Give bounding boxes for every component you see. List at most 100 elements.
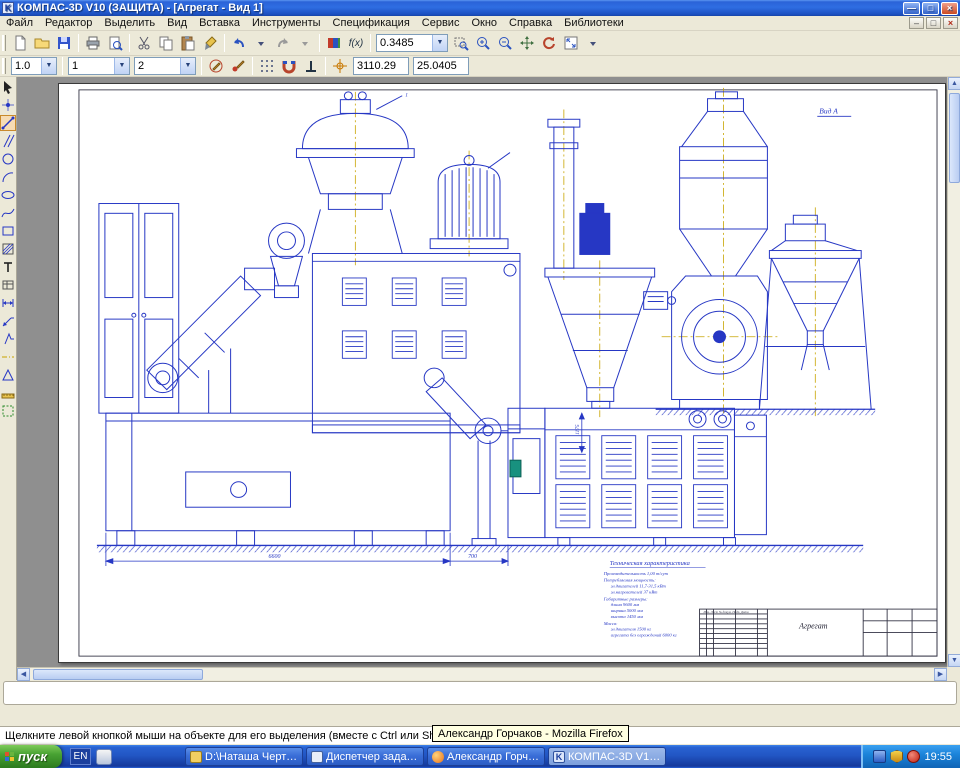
line-width-combo[interactable]: 1.0 ▼: [11, 57, 57, 75]
palette-ellipse-button[interactable]: [0, 187, 16, 203]
toolbar-grip[interactable]: [2, 58, 6, 74]
cyclone-unit[interactable]: [671, 91, 768, 410]
vertical-duct[interactable]: [547, 118, 611, 269]
finned-motor[interactable]: [429, 152, 511, 250]
tray-antivirus-icon[interactable]: [907, 750, 921, 763]
transfer-conveyor[interactable]: [423, 367, 508, 546]
tray-shield-icon[interactable]: [890, 750, 904, 763]
task-button-firefox[interactable]: Александр Горчако...: [427, 747, 545, 766]
scroll-left-button[interactable]: ◀: [17, 668, 30, 681]
undo-dropdown[interactable]: [250, 33, 272, 53]
style-combo[interactable]: 2 ▼: [134, 57, 196, 75]
palette-measure-button[interactable]: [0, 385, 16, 401]
language-indicator[interactable]: EN: [70, 748, 91, 765]
vertical-scroll-thumb[interactable]: [949, 93, 960, 183]
palette-circle-button[interactable]: [0, 151, 16, 167]
menu-item-help[interactable]: Справка: [503, 16, 558, 31]
palette-axis-button[interactable]: [0, 349, 16, 365]
print-preview-button[interactable]: [104, 33, 126, 53]
copy-properties-button[interactable]: [199, 33, 221, 53]
refresh-button[interactable]: [538, 33, 560, 53]
fit-dropdown[interactable]: [582, 33, 604, 53]
palette-geometry-button[interactable]: [0, 115, 16, 131]
extruder[interactable]: [507, 407, 767, 546]
menu-item-libraries[interactable]: Библиотеки: [558, 16, 630, 31]
menu-item-file[interactable]: Файл: [0, 16, 39, 31]
dim-label-700[interactable]: 700: [468, 554, 477, 560]
vertical-scrollbar[interactable]: ▲ ▼: [947, 77, 960, 667]
open-button[interactable]: [31, 33, 53, 53]
tray-network-icon[interactable]: [873, 750, 887, 763]
spec-block[interactable]: Техническая характеристика Производитель…: [603, 560, 706, 638]
horizontal-scrollbar[interactable]: ◀ ▶: [17, 667, 947, 681]
round-pencil-button[interactable]: [205, 56, 227, 76]
doc-restore-button[interactable]: □: [926, 17, 941, 29]
paste-button[interactable]: [177, 33, 199, 53]
save-button[interactable]: [53, 33, 75, 53]
quick-launch-icon[interactable]: [96, 748, 112, 765]
zoom-out-button[interactable]: [494, 33, 516, 53]
snap-button[interactable]: [278, 56, 300, 76]
print-button[interactable]: [82, 33, 104, 53]
menu-item-view[interactable]: Вид: [161, 16, 193, 31]
stamp-title[interactable]: Агрегат: [798, 622, 828, 631]
center-hopper[interactable]: [544, 267, 677, 409]
point-pencil-button[interactable]: [227, 56, 249, 76]
dim-label-1175[interactable]: 1175: [575, 424, 581, 435]
view-label[interactable]: Вид А: [819, 106, 838, 115]
task-button-kompas[interactable]: K КОМПАС-3D V10 (ЗА...: [548, 747, 666, 766]
callout-label[interactable]: 1: [405, 93, 408, 99]
pan-button[interactable]: [516, 33, 538, 53]
scroll-down-button[interactable]: ▼: [948, 654, 960, 667]
palette-parallel-button[interactable]: [0, 133, 16, 149]
redo-button[interactable]: [272, 33, 294, 53]
palette-point-button[interactable]: [0, 97, 16, 113]
coord-y-field[interactable]: 25.0405: [413, 57, 469, 75]
menu-item-insert[interactable]: Вставка: [193, 16, 246, 31]
horizontal-scroll-thumb[interactable]: [33, 669, 203, 680]
menu-item-window[interactable]: Окно: [465, 16, 503, 31]
doc-minimize-button[interactable]: –: [909, 17, 924, 29]
copy-button[interactable]: [155, 33, 177, 53]
undo-button[interactable]: [228, 33, 250, 53]
task-button-task-manager[interactable]: Диспетчер задач Wi...: [306, 747, 424, 766]
new-document-button[interactable]: [9, 33, 31, 53]
close-button[interactable]: ×: [941, 1, 958, 15]
dim-label-6600[interactable]: 6600: [269, 554, 281, 560]
palette-designation-button[interactable]: [0, 367, 16, 383]
coord-x-field[interactable]: 3110.29: [353, 57, 409, 75]
maximize-button[interactable]: □: [922, 1, 939, 15]
technical-drawing[interactable]: Изм. Лист № докум. Подп. Дата Агрегат 66…: [59, 84, 945, 662]
variables-button[interactable]: f(x): [345, 33, 367, 53]
palette-select-area-button[interactable]: [0, 403, 16, 419]
palette-arc-button[interactable]: [0, 169, 16, 185]
cut-button[interactable]: [133, 33, 155, 53]
scroll-up-button[interactable]: ▲: [948, 77, 960, 90]
drawing-canvas[interactable]: Изм. Лист № докум. Подп. Дата Агрегат 66…: [17, 77, 960, 681]
zoom-scale-combo[interactable]: 0.3485 ▼: [376, 34, 448, 52]
layer-combo[interactable]: 1 ▼: [68, 57, 130, 75]
palette-leader-button[interactable]: [0, 313, 16, 329]
palette-dimension-button[interactable]: [0, 295, 16, 311]
drawing-sheet[interactable]: Изм. Лист № докум. Подп. Дата Агрегат 66…: [58, 83, 946, 663]
palette-spline-button[interactable]: [0, 205, 16, 221]
start-button[interactable]: пуск: [0, 745, 62, 768]
coords-mode-button[interactable]: [329, 56, 351, 76]
library-manager-button[interactable]: [323, 33, 345, 53]
toolbar-grip[interactable]: [2, 35, 6, 51]
left-cabinet[interactable]: [98, 203, 180, 414]
menu-item-tools[interactable]: Инструменты: [246, 16, 327, 31]
palette-hatch-button[interactable]: [0, 241, 16, 257]
inclined-feeder[interactable]: [146, 222, 305, 414]
palette-rectangle-button[interactable]: [0, 223, 16, 239]
palette-cursor-button[interactable]: [0, 79, 16, 95]
ortho-button[interactable]: [300, 56, 322, 76]
taskbar-clock[interactable]: 19:55: [924, 751, 952, 763]
menu-item-specification[interactable]: Спецификация: [327, 16, 416, 31]
doc-close-button[interactable]: ×: [943, 17, 958, 29]
palette-table-button[interactable]: [0, 277, 16, 293]
grid-button[interactable]: [256, 56, 278, 76]
minimize-button[interactable]: —: [903, 1, 920, 15]
redo-dropdown[interactable]: [294, 33, 316, 53]
mixer-housing-box[interactable]: [311, 252, 521, 434]
